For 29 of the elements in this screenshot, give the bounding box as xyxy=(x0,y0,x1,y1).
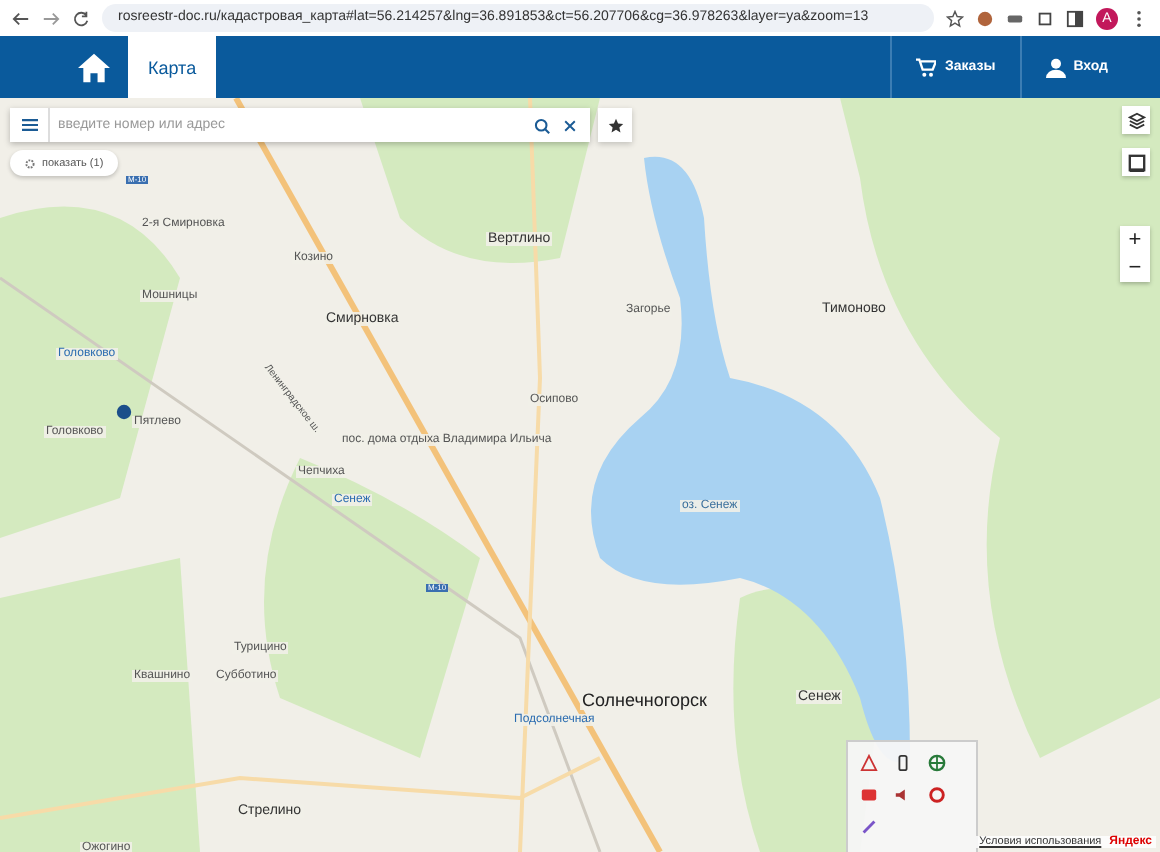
phone-icon[interactable] xyxy=(894,754,912,772)
back-icon[interactable] xyxy=(12,9,30,27)
location-marker[interactable] xyxy=(116,404,132,420)
forward-icon[interactable] xyxy=(42,9,60,27)
pen-icon[interactable] xyxy=(860,818,878,836)
star-button[interactable] xyxy=(598,108,632,142)
record-icon[interactable] xyxy=(928,786,946,804)
reload-icon[interactable] xyxy=(72,9,90,27)
search-icon[interactable] xyxy=(534,117,550,133)
place-label: Солнечногорск xyxy=(580,692,709,710)
close-icon[interactable] xyxy=(562,117,578,133)
layers-icon xyxy=(1127,111,1145,129)
star-icon xyxy=(607,117,623,133)
frame-icon xyxy=(1127,153,1145,171)
menu-button[interactable] xyxy=(10,108,50,142)
zoom-out-button[interactable]: − xyxy=(1120,254,1150,282)
user-icon xyxy=(1045,57,1066,77)
video-icon[interactable] xyxy=(860,786,878,804)
sidebar-icon[interactable] xyxy=(1066,9,1084,27)
zoom-in-button[interactable]: + xyxy=(1120,226,1150,254)
fullscreen-button[interactable] xyxy=(1122,148,1150,176)
layers-button[interactable] xyxy=(1122,106,1150,134)
alert-icon[interactable] xyxy=(860,754,878,772)
home-icon[interactable] xyxy=(76,51,112,83)
menu-icon xyxy=(21,118,37,132)
cart-icon xyxy=(916,57,937,77)
globe-icon[interactable] xyxy=(928,754,946,772)
map-tab[interactable]: Карта xyxy=(128,36,217,98)
star-icon[interactable] xyxy=(946,9,964,27)
